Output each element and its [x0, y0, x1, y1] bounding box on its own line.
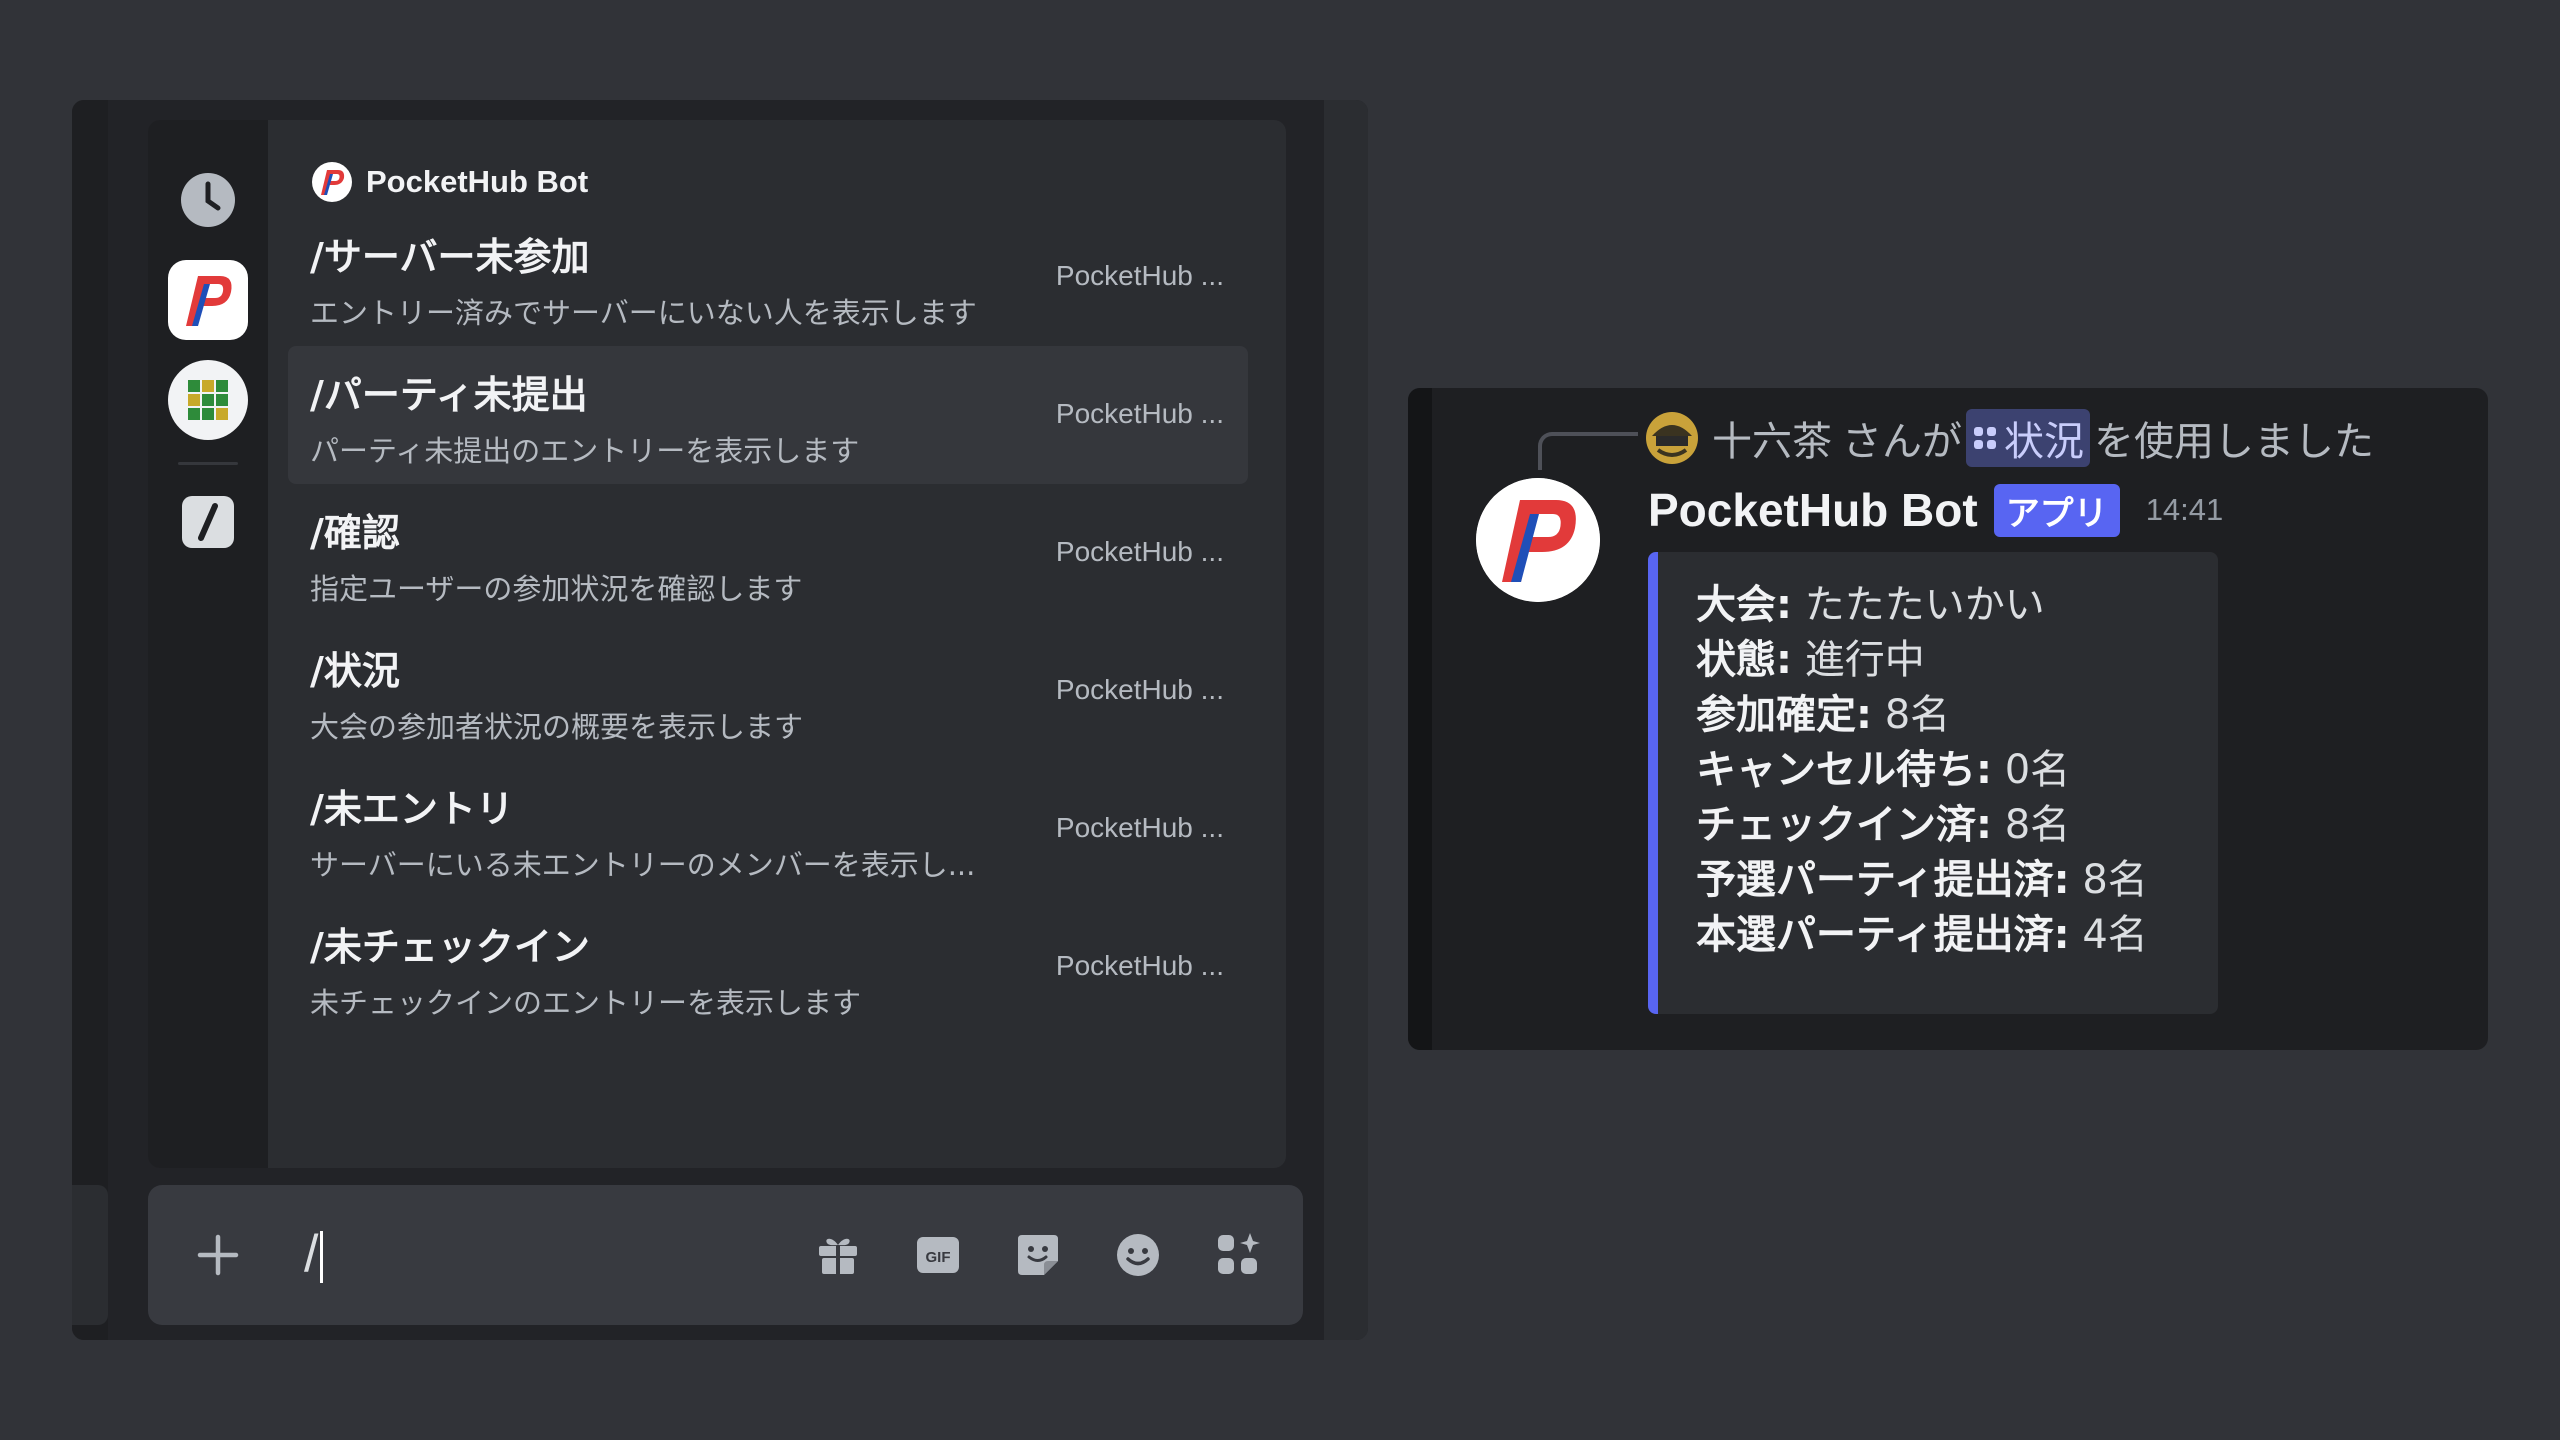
message-timestamp[interactable]: 14:41: [2146, 492, 2224, 528]
gift-icon[interactable]: [808, 1225, 868, 1285]
command-name: /未エントリ: [310, 787, 514, 831]
slash-command-popup: PocketHub Bot /サーバー未参加 エントリー済みでサーバーにいない人…: [148, 120, 1286, 1168]
command-mention-label: 状況: [2004, 419, 2084, 465]
window-right-edge: [1324, 100, 1368, 1340]
embed-field-value: 8名: [2082, 857, 2148, 903]
embed-field-label: キャンセル待ち:: [1696, 747, 1992, 793]
command-name: /状況: [310, 649, 400, 693]
reply-user-name[interactable]: 十六茶: [1712, 409, 1832, 467]
command-source-rail: [148, 120, 268, 1168]
embed-field-label: 参加確定:: [1696, 692, 1872, 738]
command-description: サーバーにいる未エントリーのメンバーを表示し...: [310, 848, 976, 882]
embed-field-value: 進行中: [1804, 637, 1925, 683]
command-section-title: PocketHub Bot: [366, 164, 589, 199]
gif-icon[interactable]: GIF: [908, 1225, 968, 1285]
message-author[interactable]: PocketHub Bot: [1648, 483, 1978, 537]
command-description: 指定ユーザーの参加状況を確認します: [310, 572, 803, 606]
command-source: PocketHub ...: [1055, 950, 1224, 981]
command-description: パーティ未提出のエントリーを表示します: [310, 434, 860, 468]
message-header: PocketHub Bot アプリ 14:41: [1648, 480, 2223, 540]
user-avatar-icon: [1646, 412, 1698, 464]
grid-app-icon[interactable]: [168, 360, 248, 440]
emoji-icon[interactable]: [1108, 1225, 1168, 1285]
embed-field: 状態: 進行中: [1696, 633, 2148, 688]
command-name: /パーティ未提出: [310, 373, 588, 417]
bot-avatar[interactable]: [1476, 478, 1600, 602]
embed-field-label: 予選パーティ提出済:: [1696, 857, 2070, 903]
embed-fields: 大会: たたたいかい 状態: 進行中 参加確定: 8名 キャンセル待ち: 0名 …: [1696, 578, 2148, 963]
command-item-selected[interactable]: /パーティ未提出 パーティ未提出のエントリーを表示します PocketHub .…: [288, 346, 1248, 484]
pockethub-small-icon: [312, 162, 352, 202]
embed-field: チェックイン済: 8名: [1696, 798, 2148, 853]
command-mention[interactable]: 状況: [1966, 409, 2090, 467]
slash-commands-icon[interactable]: [168, 482, 248, 562]
embed-field-label: 大会:: [1696, 582, 1792, 628]
command-item[interactable]: /未エントリ サーバーにいる未エントリーのメンバーを表示し... PocketH…: [288, 760, 1248, 898]
command-item[interactable]: /サーバー未参加 エントリー済みでサーバーにいない人を表示します PocketH…: [288, 208, 1248, 346]
text-caret: [320, 1231, 324, 1284]
embed-field-value: 0名: [2004, 747, 2071, 793]
bot-message-card: 十六茶 さんが 状況 を使用しました PocketHub Bot アプリ 14:…: [1408, 388, 2488, 1050]
embed-field-value: 4名: [2082, 912, 2148, 958]
reply-middle-text: さんが: [1842, 419, 1962, 465]
command-usage-line: 十六茶 さんが 状況 を使用しました: [1646, 408, 2374, 468]
embed-field-value: 8名: [1884, 692, 1951, 738]
embed-field-value: 8名: [2004, 802, 2071, 848]
command-source: PocketHub ...: [1055, 260, 1224, 291]
command-description: 大会の参加者状況の概要を表示します: [310, 710, 804, 744]
card-left-edge: [1408, 388, 1432, 1050]
command-name: /未チェックイン: [310, 925, 590, 969]
command-description: 未チェックインのエントリーを表示します: [310, 986, 862, 1020]
command-name: /確認: [310, 511, 400, 555]
embed-field-label: 本選パーティ提出済:: [1696, 912, 2070, 958]
app-badge: アプリ: [1993, 483, 2120, 537]
embed-field: 本選パーティ提出済: 4名: [1696, 908, 2148, 963]
apps-icon[interactable]: [1208, 1225, 1268, 1285]
command-source: PocketHub ...: [1055, 812, 1224, 843]
reply-suffix-text: を使用しました: [2094, 419, 2374, 465]
command-description: エントリー済みでサーバーにいない人を表示します: [310, 296, 977, 330]
embed-field-value: たたたいかい: [1804, 582, 2045, 628]
sticker-icon[interactable]: [1008, 1225, 1068, 1285]
rail-separator: [178, 462, 238, 465]
message-input-value: /: [304, 1225, 319, 1283]
embed-field: 参加確定: 8名: [1696, 688, 2148, 743]
message-input-bar: / GIF: [148, 1185, 1303, 1325]
command-item[interactable]: /未チェックイン 未チェックインのエントリーを表示します PocketHub .…: [288, 898, 1248, 1036]
clock-icon[interactable]: [168, 160, 248, 240]
status-embed: 大会: たたたいかい 状態: 進行中 参加確定: 8名 キャンセル待ち: 0名 …: [1648, 552, 2218, 1014]
gif-icon-label: GIF: [926, 1249, 951, 1266]
pockethub-app-icon[interactable]: [168, 260, 248, 340]
window-left-edge: [72, 100, 108, 1340]
command-item[interactable]: /状況 大会の参加者状況の概要を表示します PocketHub ...: [288, 622, 1248, 760]
command-source: PocketHub ...: [1055, 398, 1224, 429]
embed-field: キャンセル待ち: 0名: [1696, 743, 2148, 798]
command-source: PocketHub ...: [1055, 536, 1224, 567]
embed-field: 大会: たたたいかい: [1696, 578, 2148, 633]
embed-field-label: 状態:: [1696, 637, 1792, 683]
message-input[interactable]: /: [304, 1221, 804, 1287]
embed-field: 予選パーティ提出済: 8名: [1696, 853, 2148, 908]
reply-connector: [1538, 432, 1638, 470]
command-section-header: PocketHub Bot: [312, 160, 588, 204]
embed-field-label: チェックイン済:: [1696, 802, 1992, 848]
command-name: /サーバー未参加: [310, 235, 590, 279]
command-source: PocketHub ...: [1055, 674, 1224, 705]
apps-small-icon: [1974, 427, 1996, 449]
command-item[interactable]: /確認 指定ユーザーの参加状況を確認します PocketHub ...: [288, 484, 1248, 622]
window-left-tab: [72, 1185, 108, 1325]
embed-accent-bar: [1648, 552, 1658, 1014]
plus-icon[interactable]: [188, 1225, 248, 1285]
